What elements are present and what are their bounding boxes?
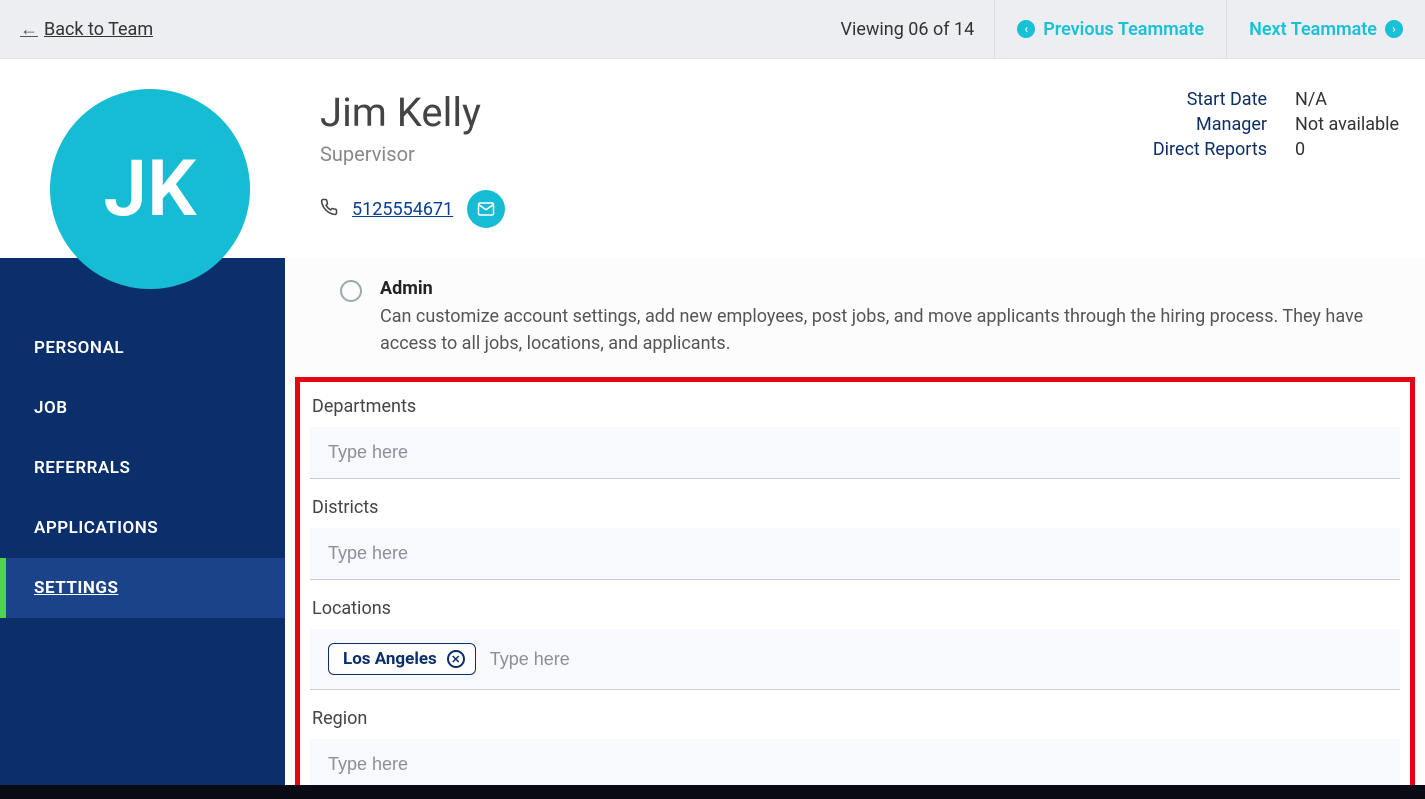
profile-header: JK Jim Kelly Supervisor 5125554671 Start… [0, 59, 1425, 258]
admin-option: Admin Can customize account settings, ad… [285, 258, 1425, 377]
start-date-value: N/A [1295, 89, 1405, 110]
chevron-right-icon: › [1385, 20, 1403, 38]
content-area: Admin Can customize account settings, ad… [285, 258, 1425, 798]
contact-row: 5125554671 [320, 190, 1153, 228]
admin-text: Admin Can customize account settings, ad… [380, 278, 1380, 357]
avatar: JK [50, 89, 250, 289]
sidebar: PERSONAL JOB REFERRALS APPLICATIONS SETT… [0, 258, 285, 798]
admin-description: Can customize account settings, add new … [380, 303, 1380, 357]
next-label: Next Teammate [1249, 19, 1377, 40]
prev-label: Previous Teammate [1043, 19, 1204, 40]
region-input-wrap [310, 739, 1400, 791]
departments-field: Departments [310, 396, 1400, 479]
direct-reports-value: 0 [1295, 139, 1405, 160]
manager-value: Not available [1295, 114, 1405, 135]
departments-input-wrap [310, 427, 1400, 479]
email-button[interactable] [467, 190, 505, 228]
previous-teammate-button[interactable]: ‹ Previous Teammate [994, 0, 1226, 58]
phone-link[interactable]: 5125554671 [352, 199, 453, 220]
departments-label: Departments [310, 396, 1400, 417]
location-chip: Los Angeles ✕ [328, 643, 476, 675]
sidebar-item-personal[interactable]: PERSONAL [0, 318, 285, 378]
back-to-team-link[interactable]: ← Back to Team [0, 19, 153, 40]
locations-input[interactable] [490, 649, 1382, 670]
top-bar: ← Back to Team Viewing 06 of 14 ‹ Previo… [0, 0, 1425, 59]
avatar-initials: JK [104, 144, 197, 235]
locations-input-wrap: Los Angeles ✕ [310, 629, 1400, 690]
sidebar-item-job[interactable]: JOB [0, 378, 285, 438]
chip-remove-icon[interactable]: ✕ [447, 650, 465, 668]
manager-label: Manager [1196, 114, 1267, 135]
districts-label: Districts [310, 497, 1400, 518]
districts-field: Districts [310, 497, 1400, 580]
region-field: Region [310, 708, 1400, 791]
profile-name: Jim Kelly [320, 89, 1153, 136]
districts-input-wrap [310, 528, 1400, 580]
locations-field: Locations Los Angeles ✕ [310, 598, 1400, 690]
districts-input[interactable] [328, 543, 1382, 564]
region-label: Region [310, 708, 1400, 729]
viewing-count: Viewing 06 of 14 [820, 19, 994, 40]
chip-label: Los Angeles [343, 649, 437, 669]
body: PERSONAL JOB REFERRALS APPLICATIONS SETT… [0, 258, 1425, 798]
topbar-right: Viewing 06 of 14 ‹ Previous Teammate Nex… [820, 0, 1425, 58]
start-date-label: Start Date [1187, 89, 1267, 110]
direct-reports-label: Direct Reports [1153, 139, 1267, 160]
departments-input[interactable] [328, 442, 1382, 463]
region-input[interactable] [328, 754, 1382, 775]
header-info: Jim Kelly Supervisor 5125554671 [320, 89, 1153, 228]
header-meta: Start Date N/A Manager Not available Dir… [1153, 89, 1405, 228]
back-label: Back to Team [44, 19, 153, 40]
next-teammate-button[interactable]: Next Teammate › [1226, 0, 1425, 58]
envelope-icon [477, 200, 495, 218]
phone-icon [320, 198, 338, 221]
locations-label: Locations [310, 598, 1400, 619]
highlight-box: Departments Districts Locations Los Ange… [295, 377, 1415, 798]
bottom-strip [0, 785, 1425, 799]
profile-role: Supervisor [320, 142, 1153, 166]
sidebar-item-settings[interactable]: SETTINGS [0, 558, 285, 618]
sidebar-item-applications[interactable]: APPLICATIONS [0, 498, 285, 558]
arrow-left-icon: ← [20, 19, 38, 40]
admin-title: Admin [380, 278, 1380, 299]
admin-radio[interactable] [340, 280, 362, 302]
sidebar-item-referrals[interactable]: REFERRALS [0, 438, 285, 498]
chevron-left-icon: ‹ [1017, 20, 1035, 38]
